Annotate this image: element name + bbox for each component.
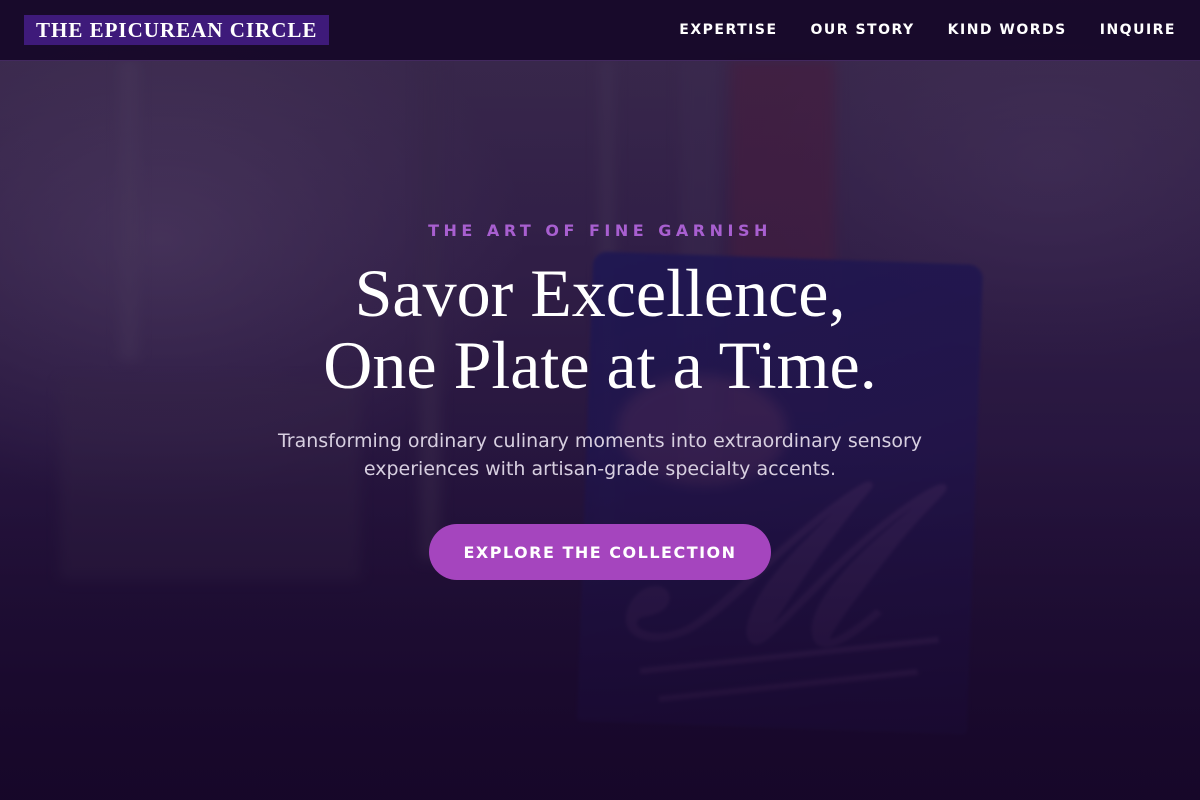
site-header: THE EPICUREAN CIRCLE EXPERTISE OUR STORY… <box>0 0 1200 61</box>
page: 𝓜 THE EPICUREAN CIRCLE EXPERTISE OUR STO… <box>0 0 1200 800</box>
hero-subtitle-line-1: Transforming ordinary culinary moments i… <box>277 430 923 452</box>
hero-section: THE ART OF FINE GARNISH Savor Excellence… <box>0 61 1200 800</box>
hero-headline: Savor Excellence, One Plate at a Time. <box>0 257 1200 401</box>
nav-item-inquire[interactable]: INQUIRE <box>1100 22 1176 38</box>
hero-eyebrow: THE ART OF FINE GARNISH <box>428 221 772 240</box>
hero-subtitle: Transforming ordinary culinary moments i… <box>250 427 950 483</box>
brand-logo[interactable]: THE EPICUREAN CIRCLE <box>24 15 330 45</box>
hero-headline-line-1: Savor Excellence, <box>354 255 846 331</box>
hero-headline-line-2: One Plate at a Time. <box>323 327 877 403</box>
main-nav: EXPERTISE OUR STORY KIND WORDS INQUIRE <box>646 22 1176 38</box>
hero-subtitle-line-2: experiences with artisan-grade specialty… <box>363 458 837 480</box>
nav-item-our-story[interactable]: OUR STORY <box>811 22 915 38</box>
explore-collection-button[interactable]: EXPLORE THE COLLECTION <box>429 524 771 580</box>
nav-item-expertise[interactable]: EXPERTISE <box>679 22 777 38</box>
nav-item-kind-words[interactable]: KIND WORDS <box>948 22 1067 38</box>
